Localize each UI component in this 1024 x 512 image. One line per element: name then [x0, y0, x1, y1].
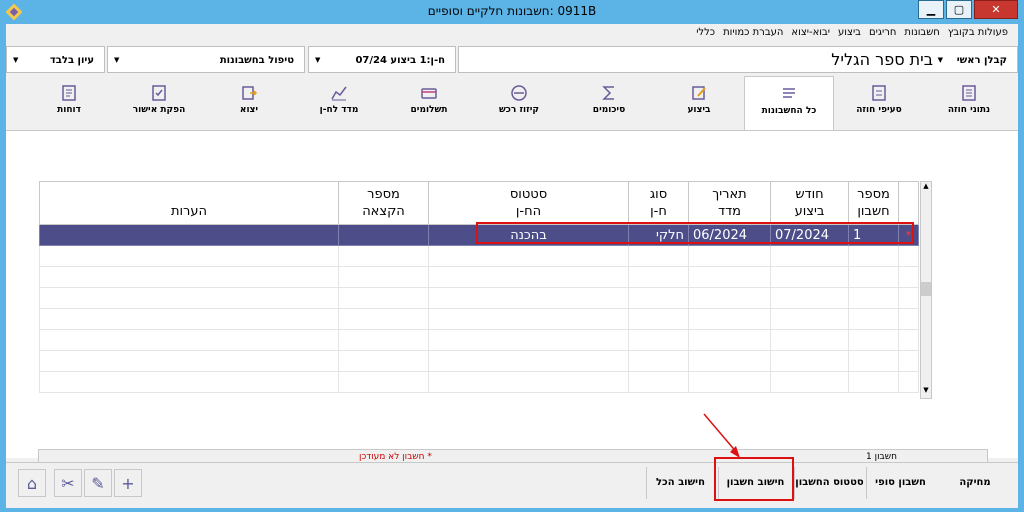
execution-icon — [692, 86, 706, 100]
unsynced-note: * חשבון לא מעודכן — [359, 452, 432, 462]
tab-contract-data[interactable]: נתוני חוזה — [924, 76, 1014, 128]
tab-contract-items[interactable]: סעיפי חוזה — [834, 76, 924, 128]
empty-row — [39, 329, 919, 351]
row-highlight-annotation — [476, 222, 914, 244]
purchase-offset-icon — [511, 85, 527, 101]
tab-approval[interactable]: הפקת אישור — [114, 76, 204, 128]
tab-index[interactable]: מדד לח-ן — [294, 76, 384, 128]
tab-export[interactable]: יצוא — [204, 76, 294, 128]
row-marker-header — [898, 181, 919, 225]
vertical-scrollbar[interactable]: ▲ ▼ — [920, 181, 932, 399]
final-account-button[interactable]: חשבון סופי — [866, 467, 934, 499]
maximize-button[interactable]: ▢ — [946, 0, 972, 19]
tab-reports[interactable]: דוחות — [24, 76, 114, 128]
scroll-thumb[interactable] — [921, 282, 931, 296]
handling-selector[interactable]: ▼ טיפול בחשבונות — [107, 46, 305, 73]
approval-icon — [152, 85, 166, 101]
tab-purchase-offset[interactable]: קיזוז רכש — [474, 76, 564, 128]
chevron-down-icon: ▼ — [315, 56, 321, 64]
delete-button[interactable]: מחיקה — [936, 467, 1014, 499]
delete-tool-icon[interactable]: ✂ — [54, 469, 82, 497]
reports-icon — [62, 85, 76, 101]
column-header-allocation[interactable]: מספר הקצאה — [338, 181, 429, 225]
tab-summaries[interactable]: סיכומים — [564, 76, 654, 128]
accounts-panel: מספר חשבון חודש ביצוע תאריך מדד סוג ח-ן סטטו… — [6, 130, 1018, 465]
notes-cell[interactable] — [39, 224, 339, 246]
calc-button-highlight-annotation — [714, 457, 794, 501]
scroll-up-icon[interactable]: ▲ — [921, 182, 931, 194]
chevron-down-icon: ▼ — [13, 56, 19, 64]
tab-all-accounts[interactable]: כל החשבונות — [744, 76, 834, 130]
menu-general[interactable]: כללי — [692, 24, 719, 42]
empty-row — [39, 266, 919, 288]
bottom-toolbar: מחיקה חשבון סופי סטטוס החשבון חישוב חשבו… — [6, 462, 1018, 500]
column-header-notes[interactable]: הערות — [39, 181, 339, 225]
sigma-icon — [602, 86, 614, 100]
column-header-account-type[interactable]: סוג ח-ן — [628, 181, 689, 225]
tab-execution[interactable]: ביצוע — [654, 76, 744, 128]
client-area: פעולות בקובץ חשבונות חריגים ביצוע יבוא-י… — [6, 24, 1018, 508]
title-bar: 0911B :חשבונות חלקיים וסופיים ▁ ▢ ✕ — [0, 0, 1024, 24]
export-icon — [242, 86, 258, 100]
payments-icon — [421, 88, 437, 99]
menu-exceptions[interactable]: חריגים — [865, 24, 900, 42]
project-selector[interactable]: קבלן ראשי ▼ בית ספר הגליל — [458, 46, 1018, 73]
column-header-index-date[interactable]: תאריך מדד — [688, 181, 771, 225]
all-accounts-icon — [783, 88, 795, 98]
tab-payments[interactable]: תשלומים — [384, 76, 474, 128]
index-chart-icon — [331, 86, 347, 101]
account-status-button[interactable]: סטטוס החשבון — [794, 467, 864, 499]
contract-data-icon — [962, 85, 976, 101]
menu-execution[interactable]: ביצוע — [834, 24, 865, 42]
contractor-label: קבלן ראשי — [956, 55, 1007, 66]
column-header-execution-month[interactable]: חודש ביצוע — [770, 181, 849, 225]
empty-row — [39, 308, 919, 330]
empty-row — [39, 245, 919, 267]
chevron-down-icon: ▼ — [114, 56, 120, 64]
allocation-cell[interactable] — [338, 224, 429, 246]
edit-icon[interactable]: ✎ — [84, 469, 112, 497]
accounts-table: מספר חשבון חודש ביצוע תאריך מדד סוג ח-ן סטטו… — [39, 181, 919, 393]
project-name: בית ספר הגליל — [831, 50, 933, 69]
column-header-status[interactable]: סטטוס הח-ן — [428, 181, 629, 225]
menu-bar: פעולות בקובץ חשבונות חריגים ביצוע יבוא-י… — [6, 24, 1018, 42]
app-window: 0911B :חשבונות חלקיים וסופיים ▁ ▢ ✕ פעול… — [0, 0, 1024, 512]
empty-row — [39, 371, 919, 393]
contract-items-icon — [872, 85, 886, 101]
calculate-all-button[interactable]: חישוב הכל — [646, 467, 714, 499]
menu-transfer-quantities[interactable]: העברת כמויות — [719, 24, 787, 42]
table-header-row: מספר חשבון חודש ביצוע תאריך מדד סוג ח-ן סטטו… — [39, 181, 919, 225]
selector-row: קבלן ראשי ▼ בית ספר הגליל ▼ ח-ן:1 ביצוע … — [6, 46, 1018, 74]
menu-import-export[interactable]: יבוא-יצוא — [787, 24, 834, 42]
chevron-down-icon: ▼ — [937, 56, 943, 64]
menu-accounts[interactable]: חשבונות — [900, 24, 943, 42]
home-icon[interactable]: ⌂ — [18, 469, 46, 497]
empty-row — [39, 350, 919, 372]
account-selector[interactable]: ▼ ח-ן:1 ביצוע 07/24 — [308, 46, 456, 73]
account-count: חשבון 1 — [866, 452, 897, 462]
menu-file-actions[interactable]: פעולות בקובץ — [944, 24, 1012, 42]
add-icon[interactable]: + — [114, 469, 142, 497]
empty-row — [39, 287, 919, 309]
tab-strip: נתוני חוזה סעיפי חוזה כל החשבונות ביצוע … — [6, 76, 1018, 130]
annotation-arrow-icon — [703, 413, 740, 458]
close-button[interactable]: ✕ — [974, 0, 1018, 19]
minimize-button[interactable]: ▁ — [918, 0, 944, 19]
window-controls: ▁ ▢ ✕ — [916, 0, 1018, 19]
window-title: 0911B :חשבונות חלקיים וסופיים — [427, 4, 597, 18]
scroll-down-icon[interactable]: ▼ — [921, 386, 931, 398]
view-mode-selector[interactable]: ▼ עיון בלבד — [6, 46, 105, 73]
column-header-account-number[interactable]: מספר חשבון — [848, 181, 899, 225]
